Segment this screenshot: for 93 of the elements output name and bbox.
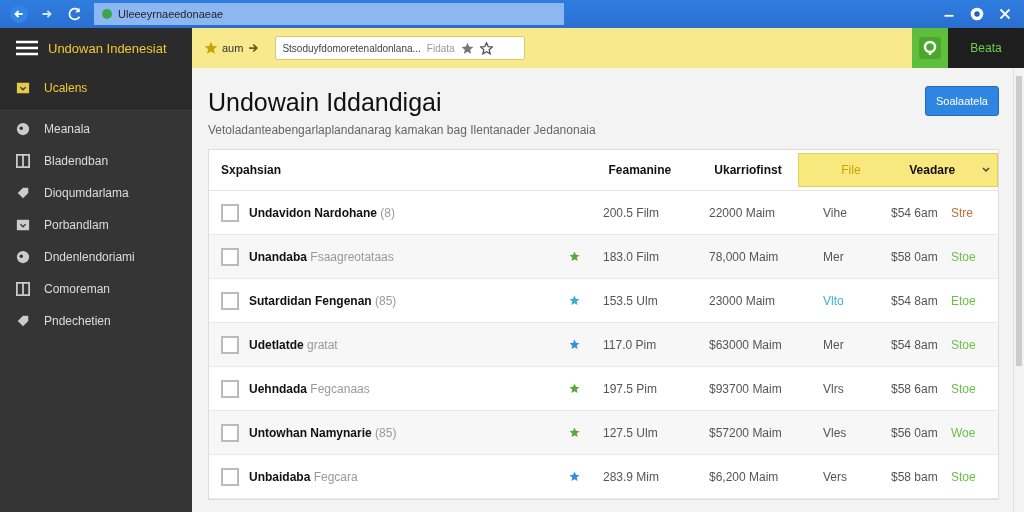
star-icon[interactable] bbox=[479, 41, 493, 55]
table-cell-text: 197.5 Pim bbox=[603, 381, 659, 396]
table-cell-text: $54 6am bbox=[891, 205, 939, 220]
column-header[interactable]: Ukarriofinst bbox=[714, 163, 799, 177]
table-cell-text: $93700 Maim bbox=[709, 381, 783, 396]
grid-icon bbox=[16, 154, 30, 168]
grid-icon bbox=[16, 282, 30, 296]
column-header[interactable]: Feamanine bbox=[608, 163, 715, 177]
type-label: Vlto bbox=[823, 293, 844, 308]
file-name: Untowhan Namynarie (85) bbox=[249, 425, 398, 440]
type-label: Vles bbox=[823, 425, 847, 440]
table-cell-text: $56 0am bbox=[891, 425, 939, 440]
sidebar-item[interactable]: Pndechetien bbox=[0, 305, 192, 337]
file-name: Udetlatde gratat bbox=[249, 337, 339, 352]
column-header[interactable]: Sxpahsian bbox=[221, 163, 609, 177]
sidebar-item[interactable]: Dndenlendoriami bbox=[0, 241, 192, 273]
table-cell-text: 127.5 Ulm bbox=[603, 425, 659, 440]
table-cell-text: $6,200 Maim bbox=[709, 469, 780, 484]
sidebar-item[interactable]: Dioqumdarlama bbox=[0, 177, 192, 209]
star-icon[interactable] bbox=[460, 41, 474, 55]
table-cell-text: 183.0 Film bbox=[603, 249, 661, 264]
file-name: Undavidon Nardohane (8) bbox=[249, 205, 396, 220]
tag-icon bbox=[16, 314, 30, 328]
highlighted-header[interactable]: File Veadare bbox=[798, 153, 998, 187]
folder-icon bbox=[16, 218, 30, 232]
table-cell-text: 23000 Maim bbox=[709, 293, 777, 308]
status-label: Stoe bbox=[951, 469, 976, 484]
search-field[interactable]: Stsoduyfdomoretenaldonlana... Fidata bbox=[275, 36, 526, 60]
row-checkbox[interactable] bbox=[221, 335, 239, 354]
star-icon bbox=[204, 41, 218, 55]
table-cell-text: 283.9 Mim bbox=[603, 469, 661, 484]
table-cell-text: $58 bam bbox=[891, 469, 939, 484]
sidebar-item[interactable]: Bladendban bbox=[0, 145, 192, 177]
row-checkbox[interactable] bbox=[221, 467, 239, 486]
row-checkbox[interactable] bbox=[221, 423, 239, 442]
file-name: Unbaidaba Fegcara bbox=[249, 469, 359, 484]
sidebar-item[interactable]: Ucalens bbox=[0, 68, 192, 109]
table-cell-text: $63000 Maim bbox=[709, 337, 783, 352]
sidebar-item[interactable]: Meanala bbox=[0, 113, 192, 145]
primary-button[interactable]: Soalaatela bbox=[925, 86, 999, 116]
file-name: Unandaba Fsaagreotataas bbox=[249, 249, 395, 264]
star-icon[interactable] bbox=[569, 339, 580, 350]
table-cell-text: $58 0am bbox=[891, 249, 939, 264]
address-field[interactable]: Uleeeyrnaeedonaeae bbox=[94, 3, 564, 25]
back-icon[interactable] bbox=[10, 5, 28, 23]
star-icon[interactable] bbox=[569, 295, 580, 306]
search-icon bbox=[919, 37, 941, 59]
table-cell-text: 78,000 Maim bbox=[709, 249, 780, 264]
table-cell-text: 153.5 Ulm bbox=[603, 293, 659, 308]
table-cell-text: 200.5 Film bbox=[603, 205, 661, 220]
star-icon[interactable] bbox=[569, 383, 580, 394]
table-cell-text: $58 6am bbox=[891, 381, 939, 396]
globe-icon[interactable] bbox=[968, 5, 986, 23]
type-label: Mer bbox=[823, 337, 844, 352]
page-title: Undowain Iddandigai bbox=[208, 88, 443, 117]
table-cell-text: $54 8am bbox=[891, 293, 939, 308]
scrollbar[interactable] bbox=[1013, 68, 1024, 512]
type-label: Vihe bbox=[823, 205, 847, 220]
page-subtitle: Vetoladanteabengarlaplandanarag kamakan bag Ilentanader Jedanonaia bbox=[208, 123, 596, 137]
table-cell-text: 117.0 Pim bbox=[603, 337, 658, 352]
file-name: Sutardidan Fengenan (85) bbox=[249, 293, 398, 308]
type-label: Mer bbox=[823, 249, 844, 264]
table-cell-text: $57200 Maim bbox=[709, 425, 783, 440]
chevron-icon[interactable] bbox=[981, 165, 992, 175]
circle-icon bbox=[16, 122, 30, 136]
search-button[interactable] bbox=[912, 28, 948, 68]
status-label: Stoe bbox=[951, 249, 976, 264]
account-link[interactable]: Beata bbox=[948, 28, 1024, 68]
circle-icon bbox=[16, 250, 30, 264]
type-label: Vers bbox=[823, 469, 847, 484]
star-icon[interactable] bbox=[569, 427, 580, 438]
row-checkbox[interactable] bbox=[221, 291, 239, 310]
menu-icon[interactable] bbox=[16, 40, 38, 56]
status-label: Woe bbox=[951, 425, 976, 440]
table-cell-text: $54 8am bbox=[891, 337, 939, 352]
star-icon[interactable] bbox=[569, 251, 580, 262]
sidebar-item[interactable]: Porbandlam bbox=[0, 209, 192, 241]
sidebar-item[interactable]: Comoreman bbox=[0, 273, 192, 305]
app-title: Undowan Indenesiat bbox=[48, 40, 167, 56]
row-checkbox[interactable] bbox=[221, 203, 239, 222]
star-icon[interactable] bbox=[569, 471, 580, 482]
status-label: Stoe bbox=[951, 337, 976, 352]
shortcut-label[interactable]: aum bbox=[222, 42, 244, 54]
status-label: Stoe bbox=[951, 381, 976, 396]
status-label: Etoe bbox=[951, 293, 976, 308]
row-checkbox[interactable] bbox=[221, 247, 239, 266]
folder-icon bbox=[16, 81, 30, 95]
table-cell-text: 22000 Maim bbox=[709, 205, 777, 220]
type-label: Vlrs bbox=[823, 381, 844, 396]
file-name: Uehndada Fegcanaas bbox=[249, 381, 371, 396]
status-label: Stre bbox=[951, 205, 973, 220]
row-checkbox[interactable] bbox=[221, 379, 239, 398]
tag-icon bbox=[16, 186, 30, 200]
